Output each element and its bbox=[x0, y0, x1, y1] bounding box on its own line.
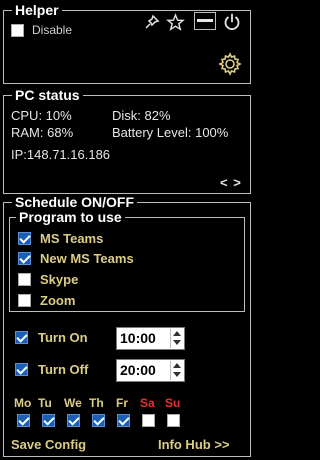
cpu-value: CPU: 10% bbox=[11, 108, 72, 123]
day-checkbox-mo[interactable] bbox=[17, 414, 30, 427]
turn-on-label: Turn On bbox=[38, 330, 88, 345]
day-checkbox-tu[interactable] bbox=[42, 414, 55, 427]
day-label-th: Th bbox=[89, 396, 104, 410]
ram-value: RAM: 68% bbox=[11, 125, 74, 140]
program-checkbox-skype[interactable] bbox=[18, 273, 31, 286]
status-nav-arrows[interactable]: < > bbox=[220, 175, 242, 190]
day-label-we: We bbox=[64, 396, 82, 410]
turn-off-spinner[interactable] bbox=[170, 361, 183, 380]
save-config-link[interactable]: Save Config bbox=[11, 437, 86, 452]
program-checkbox-ms-teams[interactable] bbox=[18, 232, 31, 245]
program-checkbox-zoom[interactable] bbox=[18, 294, 31, 307]
day-label-tu: Tu bbox=[38, 396, 52, 410]
ip-value: IP:148.71.16.186 bbox=[11, 147, 111, 162]
turn-on-time-value: 10:00 bbox=[120, 330, 156, 346]
program-checkbox-new-ms-teams[interactable] bbox=[18, 252, 31, 265]
turn-off-time-value: 20:00 bbox=[120, 362, 156, 378]
settings-icon[interactable] bbox=[218, 52, 242, 76]
disk-value: Disk: 82% bbox=[112, 108, 171, 123]
day-label-fr: Fr bbox=[116, 396, 128, 410]
day-checkbox-su[interactable] bbox=[167, 414, 180, 427]
turn-off-label: Turn Off bbox=[38, 362, 89, 377]
day-label-su: Su bbox=[165, 396, 181, 410]
day-checkbox-fr[interactable] bbox=[117, 414, 130, 427]
day-checkbox-th[interactable] bbox=[92, 414, 105, 427]
star-icon[interactable] bbox=[166, 13, 185, 31]
day-label-mo: Mo bbox=[14, 396, 32, 410]
helper-title: Helper bbox=[12, 2, 62, 18]
day-checkbox-we[interactable] bbox=[67, 414, 80, 427]
day-checkbox-sa[interactable] bbox=[142, 414, 155, 427]
battery-value: Battery Level: 100% bbox=[112, 125, 229, 140]
power-icon[interactable] bbox=[223, 13, 241, 31]
program-label-new-ms-teams: New MS Teams bbox=[40, 251, 134, 266]
spin-up-icon[interactable] bbox=[173, 331, 181, 336]
program-label-skype: Skype bbox=[40, 272, 79, 287]
spin-up-icon[interactable] bbox=[173, 363, 181, 368]
spin-down-icon[interactable] bbox=[173, 372, 181, 377]
turn-on-spinner[interactable] bbox=[170, 329, 183, 348]
disable-checkbox[interactable] bbox=[11, 24, 24, 37]
program-title: Program to use bbox=[16, 209, 125, 225]
schedule-title: Schedule ON/OFF bbox=[12, 194, 138, 210]
turn-on-time-picker[interactable]: 10:00 bbox=[116, 327, 185, 350]
turn-on-checkbox[interactable] bbox=[15, 331, 28, 344]
program-label-zoom: Zoom bbox=[40, 293, 76, 308]
day-label-sa: Sa bbox=[140, 396, 155, 410]
pin-icon[interactable] bbox=[144, 14, 160, 30]
minimize-icon[interactable] bbox=[194, 12, 216, 30]
info-hub-link[interactable]: Info Hub >> bbox=[158, 437, 230, 452]
spin-down-icon[interactable] bbox=[173, 340, 181, 345]
program-label-ms-teams: MS Teams bbox=[40, 231, 104, 246]
pc-status-title: PC status bbox=[12, 87, 83, 103]
turn-off-time-picker[interactable]: 20:00 bbox=[116, 359, 185, 382]
turn-off-checkbox[interactable] bbox=[15, 363, 28, 376]
disable-label: Disable bbox=[32, 23, 73, 37]
